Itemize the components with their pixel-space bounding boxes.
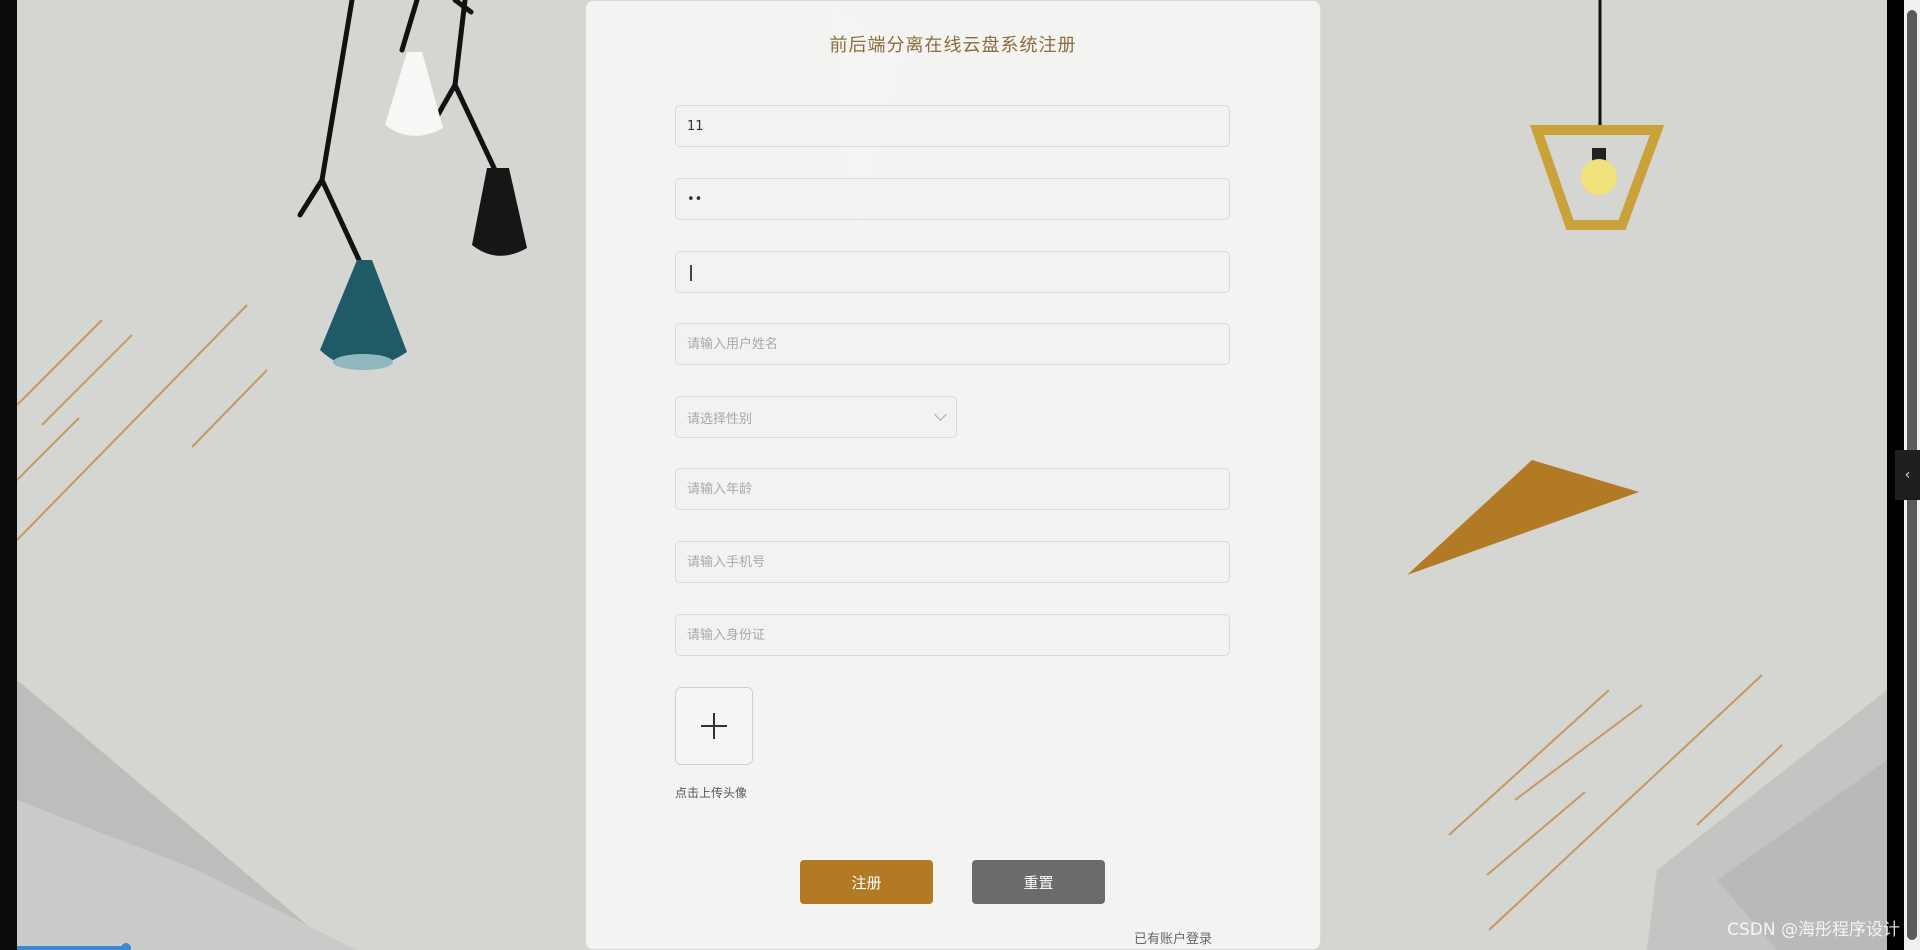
login-link[interactable]: 已有账户登录 — [1134, 928, 1212, 947]
watermark: CSDN @海彤程序设计 — [1727, 920, 1900, 940]
reset-button[interactable]: 重置 — [972, 860, 1105, 904]
register-form-panel: 前后端分离在线云盘系统注册 请选择性别 点击上传头像 注册 重置 已有账户登录 — [585, 0, 1321, 950]
phone-input[interactable] — [687, 554, 1218, 570]
confirm-password-input[interactable] — [687, 264, 1218, 280]
age-input[interactable] — [687, 481, 1218, 497]
left-window-edge — [0, 0, 17, 950]
age-field[interactable] — [675, 468, 1230, 510]
confirm-password-field[interactable] — [675, 251, 1230, 293]
password-input[interactable] — [687, 191, 1218, 207]
gender-select-placeholder: 请选择性别 — [687, 411, 753, 427]
chevron-down-icon — [934, 408, 947, 421]
text-caret — [690, 265, 692, 281]
chevron-left-icon: ‹ — [1904, 467, 1911, 483]
side-panel-toggle[interactable]: ‹ — [1895, 450, 1920, 500]
avatar-upload-button[interactable] — [675, 687, 753, 765]
loading-progress-bar — [17, 946, 127, 950]
idcard-field[interactable] — [675, 614, 1230, 656]
password-field[interactable] — [675, 178, 1230, 220]
username-input[interactable] — [687, 118, 1218, 134]
phone-field[interactable] — [675, 541, 1230, 583]
page-title: 前后端分离在线云盘系统注册 — [829, 35, 1077, 56]
name-field[interactable] — [675, 323, 1230, 365]
upload-avatar-label: 点击上传头像 — [675, 786, 748, 800]
gender-select[interactable]: 请选择性别 — [675, 396, 957, 438]
register-button[interactable]: 注册 — [800, 860, 933, 904]
progress-dot — [121, 943, 131, 950]
idcard-input[interactable] — [687, 627, 1218, 643]
name-input[interactable] — [687, 336, 1218, 352]
plus-icon — [701, 713, 727, 739]
username-field[interactable] — [675, 105, 1230, 147]
